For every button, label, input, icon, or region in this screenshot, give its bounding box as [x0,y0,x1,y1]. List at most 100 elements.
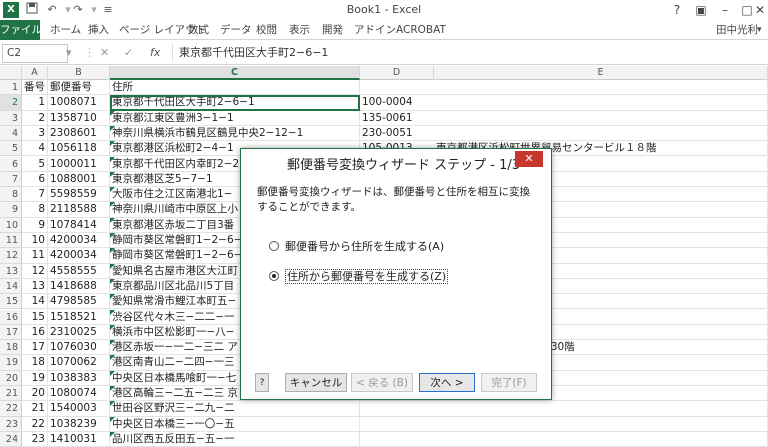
cell-address[interactable]: 中央区日本橋三−一〇−五 [110,416,360,432]
radio-postal-to-address[interactable]: 郵便番号から住所を生成する(A) [269,239,509,255]
cell-postal-code[interactable]: 1056118 [48,141,110,157]
radio-address-to-postal[interactable]: 住所から郵便番号を生成する(Z) [269,269,509,285]
cell-number[interactable]: 2 [22,110,48,126]
cell-number[interactable]: 16 [22,324,48,341]
tab-file[interactable]: ファイル [0,20,42,40]
cell-result-postal[interactable] [360,401,434,417]
cell-number[interactable]: 18 [22,355,48,371]
row-header[interactable]: 5 [0,141,22,157]
insert-function-icon[interactable]: fx [150,44,160,61]
user-name[interactable]: 田中光利 [716,20,758,40]
cell-number[interactable]: 22 [22,416,48,432]
back-button[interactable]: < 戻る (B) [351,373,413,392]
cell-postal-code[interactable]: 1078414 [48,217,110,233]
cell-result-address[interactable] [434,401,768,417]
cell-result-postal[interactable] [360,417,434,432]
row-header[interactable]: 3 [0,110,22,126]
cell-postal-code[interactable]: 4200034 [48,233,110,249]
cell-address[interactable]: 世田谷区野沢三−二九−二 [110,401,360,417]
cell-number[interactable]: 番号 [22,80,48,96]
cell-number[interactable]: 1 [22,95,48,111]
dialog-help-button[interactable]: ? [255,373,269,392]
cell-number[interactable]: 17 [22,340,48,356]
cell-number[interactable]: 10 [22,233,48,249]
cell-number[interactable]: 20 [22,386,48,402]
row-header[interactable]: 6 [0,156,22,172]
cell-postal-code[interactable]: 2308601 [48,125,110,142]
cell-number[interactable]: 12 [22,263,48,279]
cell-result-postal[interactable]: 135-0061 [360,111,434,126]
cell-number[interactable]: 3 [22,125,48,142]
cell-postal-code[interactable]: 1410031 [48,431,110,447]
tab-data[interactable]: データ [220,20,252,40]
row-header[interactable]: 10 [0,217,22,233]
column-header-b[interactable]: B [48,66,110,80]
ribbon-display-icon[interactable]: ▣ [688,0,714,20]
cell-number[interactable]: 21 [22,401,48,417]
tab-home[interactable]: ホーム [50,20,81,40]
row-header[interactable]: 21 [0,386,22,402]
column-header-e[interactable]: E [434,66,768,80]
radio-indicator[interactable] [269,271,279,281]
cell-postal-code[interactable]: 1418688 [48,278,110,295]
cell-address[interactable]: 住所 [110,80,360,96]
cell-result-address[interactable] [434,431,768,447]
cell-result-address[interactable] [434,80,768,96]
cell-number[interactable]: 5 [22,156,48,172]
cell-postal-code[interactable]: 4798585 [48,294,110,310]
finish-button[interactable]: 完了(F) [481,373,537,392]
cell-postal-code[interactable]: 2310025 [48,324,110,341]
cell-result-postal[interactable]: 230-0051 [360,126,434,142]
tab-review[interactable]: 校閲 [256,20,277,40]
cell-postal-code[interactable]: 1088001 [48,171,110,188]
row-header[interactable]: 7 [0,171,22,188]
cell-result-postal[interactable] [360,80,434,96]
row-header[interactable]: 24 [0,431,22,447]
select-all-corner[interactable] [0,66,22,80]
cell-number[interactable]: 14 [22,294,48,310]
cell-postal-code[interactable]: 1008071 [48,95,110,111]
tab-insert[interactable]: 挿入 [88,20,109,40]
cell-postal-code[interactable]: 1038383 [48,370,110,386]
tab-addins[interactable]: アドイン [354,20,396,40]
help-icon[interactable]: ? [664,0,690,20]
cell-number[interactable]: 13 [22,278,48,295]
cell-address[interactable]: 品川区西五反田五−五−一 [110,431,360,447]
cell-number[interactable]: 23 [22,431,48,447]
cell-postal-code[interactable]: 1080074 [48,386,110,402]
row-header[interactable]: 20 [0,370,22,386]
tab-developer[interactable]: 開発 [322,20,343,40]
cell-postal-code[interactable]: 4558555 [48,263,110,279]
cell-number[interactable]: 15 [22,309,48,325]
enter-entry-icon[interactable]: ✓ [124,44,133,61]
radio-indicator[interactable] [269,241,279,251]
cell-number[interactable]: 4 [22,141,48,157]
close-icon[interactable]: ✕ [752,0,768,20]
row-header[interactable]: 13 [0,263,22,279]
cell-result-address[interactable] [434,95,768,111]
cell-postal-code[interactable]: 1038239 [48,416,110,432]
cell-number[interactable]: 19 [22,370,48,386]
row-header[interactable]: 9 [0,202,22,218]
tab-formulas[interactable]: 数式 [188,20,209,40]
row-header[interactable]: 18 [0,340,22,356]
cell-postal-code[interactable]: 1000011 [48,156,110,172]
column-header-c[interactable]: C [110,66,360,80]
name-box[interactable]: C2 [2,44,68,63]
name-box-dropdown-icon[interactable]: ▾ [66,44,72,61]
row-header[interactable]: 8 [0,187,22,203]
column-header-a[interactable]: A [22,66,48,80]
tab-acrobat[interactable]: ACROBAT [396,20,446,40]
cell-postal-code[interactable]: 1070062 [48,355,110,371]
tab-view[interactable]: 表示 [289,20,310,40]
row-header[interactable]: 23 [0,416,22,432]
dialog-close-button[interactable]: ✕ [515,151,543,167]
cell-postal-code[interactable]: 郵便番号 [48,80,110,96]
cancel-entry-icon[interactable]: ✕ [100,44,109,61]
cell-address[interactable]: 神奈川県横浜市鶴見区鶴見中央2−12−1 [110,125,360,142]
formula-input[interactable]: 東京都千代田区大手町2−6−1 [172,44,764,61]
column-header-d[interactable]: D [360,66,434,80]
cell-result-address[interactable] [434,416,768,432]
cell-postal-code[interactable]: 1518521 [48,309,110,325]
cell-result-postal[interactable] [360,432,434,447]
